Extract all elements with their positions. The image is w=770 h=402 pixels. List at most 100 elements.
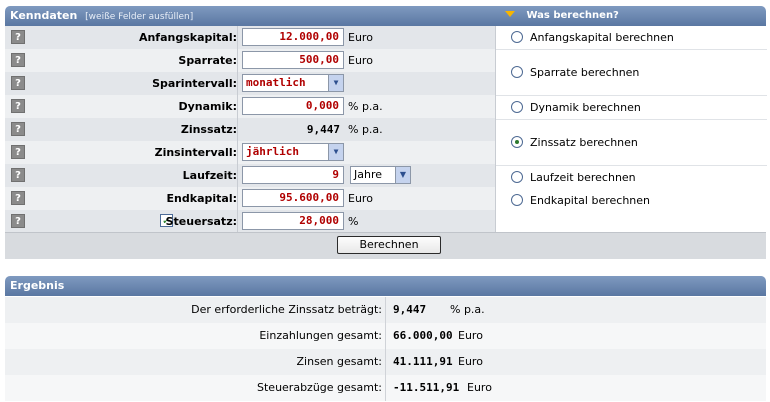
label-sparrate: Sparrate: [178, 54, 237, 67]
steuersatz-input[interactable]: 28,000 [242, 212, 344, 230]
zinsintervall-value: jährlich [246, 145, 299, 158]
row-zinssatz: ? Zinssatz: 9,447 % p.a. [5, 118, 495, 141]
result-value: 41.111,91 [393, 355, 453, 368]
result-row: Einzahlungen gesamt: 66.000,00 Euro [5, 323, 766, 349]
divider [237, 26, 238, 49]
result-label: Einzahlungen gesamt: [259, 329, 382, 342]
unit-zinssatz: % p.a. [348, 123, 383, 136]
label-endkapital: Endkapital: [166, 192, 237, 205]
was-berechnen-header: Was berechnen? [495, 6, 766, 26]
option-laufzeit[interactable]: Laufzeit berechnen [496, 166, 767, 189]
help-icon[interactable]: ? [11, 76, 25, 90]
row-laufzeit: ? Laufzeit: 9 Jahre ▼ [5, 164, 495, 187]
button-bar: Berechnen [5, 232, 766, 259]
help-icon[interactable]: ? [11, 145, 25, 159]
result-unit: Euro [458, 329, 483, 342]
divider [237, 72, 238, 95]
was-berechnen-options: Anfangskapital berechnen Sparrate berech… [495, 26, 767, 232]
result-unit: % p.a. [450, 303, 485, 316]
row-sparintervall: ? Sparintervall: monatlich ▼ [5, 72, 495, 95]
radio-zinssatz[interactable] [511, 136, 523, 148]
endkapital-input[interactable]: 95.600,00 [242, 189, 344, 207]
divider [237, 164, 238, 187]
option-label: Dynamik berechnen [530, 101, 641, 114]
result-label: Der erforderliche Zinssatz beträgt: [191, 303, 382, 316]
help-icon[interactable]: ? [11, 99, 25, 113]
radio-dynamik[interactable] [511, 101, 523, 113]
kenndaten-title: Kenndaten [10, 9, 78, 22]
help-icon[interactable]: ? [11, 53, 25, 67]
triangle-down-icon [505, 11, 515, 17]
ergebnis-panel: Ergebnis Der erforderliche Zinssatz betr… [5, 276, 766, 402]
help-icon[interactable]: ? [11, 168, 25, 182]
result-unit: Euro [467, 381, 492, 394]
result-label: Steuerabzüge gesamt: [257, 381, 382, 394]
anfangskapital-input[interactable]: 12.000,00 [242, 28, 344, 46]
radio-sparrate[interactable] [511, 66, 523, 78]
was-berechnen-title: Was berechnen? [526, 10, 619, 21]
radio-anfangskapital[interactable] [511, 31, 523, 43]
laufzeit-input[interactable]: 9 [242, 166, 344, 184]
kenndaten-header: Kenndaten [weiße Felder ausfüllen] [5, 6, 495, 26]
label-zinssatz: Zinssatz: [180, 123, 237, 136]
result-unit: Euro [458, 355, 483, 368]
help-icon[interactable]: ? [11, 214, 25, 228]
chevron-down-icon[interactable]: ▼ [328, 75, 343, 91]
divider [237, 49, 238, 72]
option-label: Endkapital berechnen [530, 194, 650, 207]
row-steuersatz: ? ✓ Steuersatz: 28,000 % [5, 210, 495, 233]
unit-dynamik: % p.a. [348, 100, 383, 113]
row-anfangskapital: ? Anfangskapital: 12.000,00 Euro [5, 26, 495, 49]
sparrate-input[interactable]: 500,00 [242, 51, 344, 69]
laufzeit-unit-value: Jahre [354, 168, 383, 181]
result-value: -11.511,91 [393, 381, 460, 394]
radio-endkapital[interactable] [511, 194, 523, 206]
result-row: Zinsen gesamt: 41.111,91 Euro [5, 349, 766, 375]
divider [237, 141, 238, 164]
chevron-down-icon[interactable]: ▼ [395, 167, 410, 183]
option-label: Laufzeit berechnen [530, 171, 636, 184]
result-label: Zinsen gesamt: [296, 355, 383, 368]
dynamik-input[interactable]: 0,000 [242, 97, 344, 115]
option-dynamik[interactable]: Dynamik berechnen [496, 96, 767, 119]
divider [237, 95, 238, 118]
option-sparrate[interactable]: Sparrate berechnen [496, 50, 767, 95]
unit-sparrate: Euro [348, 54, 373, 67]
help-icon[interactable]: ? [11, 122, 25, 136]
ergebnis-header: Ergebnis [5, 276, 766, 296]
divider [237, 210, 238, 233]
help-icon[interactable]: ? [11, 191, 25, 205]
label-dynamik: Dynamik: [178, 100, 237, 113]
option-label: Zinssatz berechnen [530, 136, 638, 149]
result-row: Der erforderliche Zinssatz beträgt: 9,44… [5, 297, 766, 323]
ergebnis-title: Ergebnis [10, 279, 65, 292]
divider [385, 349, 386, 375]
row-endkapital: ? Endkapital: 95.600,00 Euro [5, 187, 495, 210]
berechnen-button[interactable]: Berechnen [337, 236, 441, 254]
label-steuersatz: Steuersatz: [165, 215, 237, 228]
option-anfangskapital[interactable]: Anfangskapital berechnen [496, 26, 767, 49]
label-sparintervall: Sparintervall: [152, 77, 237, 90]
radio-laufzeit[interactable] [511, 171, 523, 183]
result-row: Steuerabzüge gesamt: -11.511,91 Euro [5, 375, 766, 401]
row-sparrate: ? Sparrate: 500,00 Euro [5, 49, 495, 72]
chevron-down-icon[interactable]: ▼ [328, 144, 343, 160]
option-endkapital[interactable]: Endkapital berechnen [496, 189, 767, 212]
result-value: 66.000,00 [393, 329, 453, 342]
zinsintervall-select[interactable]: jährlich ▼ [242, 143, 344, 161]
option-zinssatz[interactable]: Zinssatz berechnen [496, 120, 767, 165]
unit-steuersatz: % [348, 215, 359, 228]
result-value: 9,447 [393, 303, 427, 316]
zinssatz-value: 9,447 [306, 123, 340, 136]
divider [237, 187, 238, 210]
help-icon[interactable]: ? [11, 30, 25, 44]
divider [237, 118, 238, 141]
unit-endkapital: Euro [348, 192, 373, 205]
sparintervall-select[interactable]: monatlich ▼ [242, 74, 344, 92]
divider [385, 375, 386, 401]
laufzeit-unit-select[interactable]: Jahre ▼ [350, 166, 411, 184]
kenndaten-panel: Kenndaten [weiße Felder ausfüllen] Was b… [5, 6, 767, 259]
option-label: Sparrate berechnen [530, 66, 640, 79]
kenndaten-hint: [weiße Felder ausfüllen] [85, 12, 194, 22]
label-zinsintervall: Zinsintervall: [154, 146, 237, 159]
